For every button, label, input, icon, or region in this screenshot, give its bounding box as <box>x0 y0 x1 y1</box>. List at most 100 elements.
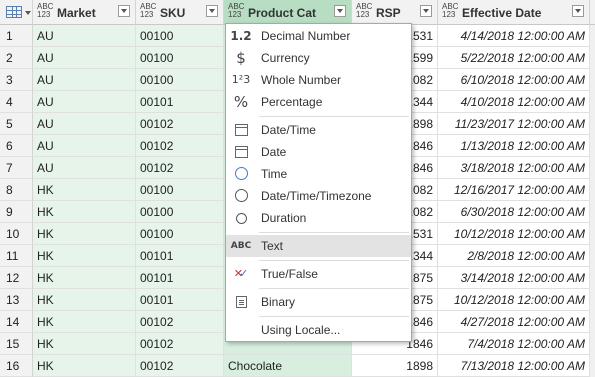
cell-product-cat[interactable]: Chocolate <box>224 355 352 377</box>
menu-item-currency[interactable]: $ Currency <box>226 47 411 69</box>
row-number[interactable]: 9 <box>0 201 33 223</box>
cell-effective-date[interactable]: 3/18/2018 12:00:00 AM <box>438 157 590 179</box>
scrollbar-track[interactable] <box>590 47 595 69</box>
cell-market[interactable]: AU <box>33 113 136 135</box>
scrollbar-track[interactable] <box>590 245 595 267</box>
cell-market[interactable]: AU <box>33 135 136 157</box>
table-menu-button[interactable] <box>0 0 33 25</box>
cell-effective-date[interactable]: 1/13/2018 12:00:00 AM <box>438 135 590 157</box>
cell-sku[interactable]: 00100 <box>136 179 224 201</box>
cell-effective-date[interactable]: 10/12/2018 12:00:00 AM <box>438 223 590 245</box>
cell-sku[interactable]: 00100 <box>136 69 224 91</box>
row-number[interactable]: 4 <box>0 91 33 113</box>
cell-effective-date[interactable]: 7/13/2018 12:00:00 AM <box>438 355 590 377</box>
menu-item-text[interactable]: ABC Text <box>226 235 411 257</box>
row-number[interactable]: 8 <box>0 179 33 201</box>
scrollbar-track[interactable] <box>590 157 595 179</box>
menu-item-time[interactable]: Time <box>226 163 411 185</box>
cell-sku[interactable]: 00102 <box>136 135 224 157</box>
column-header-sku[interactable]: ABC 123 SKU <box>136 0 224 25</box>
menu-item-whole-number[interactable]: 1²3 Whole Number <box>226 69 411 91</box>
menu-item-true-false[interactable]: ✕✓ True/False <box>226 263 411 285</box>
column-header-rsp[interactable]: ABC 123 RSP <box>352 0 438 25</box>
type-any-icon[interactable]: ABC 123 <box>228 3 244 19</box>
row-number[interactable]: 1 <box>0 25 33 47</box>
row-number[interactable]: 11 <box>0 245 33 267</box>
scrollbar-track[interactable] <box>590 289 595 311</box>
menu-item-decimal-number[interactable]: 1.2 Decimal Number <box>226 25 411 47</box>
row-number[interactable]: 7 <box>0 157 33 179</box>
cell-market[interactable]: AU <box>33 25 136 47</box>
cell-sku[interactable]: 00101 <box>136 267 224 289</box>
cell-market[interactable]: AU <box>33 69 136 91</box>
cell-effective-date[interactable]: 5/22/2018 12:00:00 AM <box>438 47 590 69</box>
column-header-product-cat[interactable]: ABC 123 Product Cat <box>224 0 352 25</box>
row-number[interactable]: 16 <box>0 355 33 377</box>
cell-market[interactable]: HK <box>33 201 136 223</box>
cell-effective-date[interactable]: 4/27/2018 12:00:00 AM <box>438 311 590 333</box>
menu-item-date-time-timezone[interactable]: Date/Time/Timezone <box>226 185 411 207</box>
cell-sku[interactable]: 00102 <box>136 113 224 135</box>
cell-effective-date[interactable]: 7/4/2018 12:00:00 AM <box>438 333 590 355</box>
cell-sku[interactable]: 00102 <box>136 157 224 179</box>
cell-effective-date[interactable]: 12/16/2017 12:00:00 AM <box>438 179 590 201</box>
cell-effective-date[interactable]: 6/10/2018 12:00:00 AM <box>438 69 590 91</box>
menu-item-date-time[interactable]: Date/Time <box>226 119 411 141</box>
row-number[interactable]: 13 <box>0 289 33 311</box>
menu-item-duration[interactable]: Duration <box>226 207 411 229</box>
cell-sku[interactable]: 00100 <box>136 47 224 69</box>
filter-dropdown-button[interactable] <box>206 5 218 17</box>
cell-sku[interactable]: 00102 <box>136 333 224 355</box>
scrollbar-track[interactable] <box>590 91 595 113</box>
scrollbar-track[interactable] <box>590 135 595 157</box>
type-any-icon[interactable]: ABC 123 <box>37 3 53 19</box>
row-number[interactable]: 10 <box>0 223 33 245</box>
scrollbar-track[interactable] <box>590 201 595 223</box>
cell-sku[interactable]: 00102 <box>136 355 224 377</box>
filter-dropdown-button[interactable] <box>118 5 130 17</box>
cell-effective-date[interactable]: 11/23/2017 12:00:00 AM <box>438 113 590 135</box>
row-number[interactable]: 14 <box>0 311 33 333</box>
cell-effective-date[interactable]: 10/12/2018 12:00:00 AM <box>438 289 590 311</box>
cell-sku[interactable]: 00102 <box>136 311 224 333</box>
type-any-icon[interactable]: ABC 123 <box>356 3 372 19</box>
filter-dropdown-button[interactable] <box>572 5 584 17</box>
cell-effective-date[interactable]: 6/30/2018 12:00:00 AM <box>438 201 590 223</box>
row-number[interactable]: 15 <box>0 333 33 355</box>
scrollbar-track[interactable] <box>590 113 595 135</box>
cell-sku[interactable]: 00100 <box>136 223 224 245</box>
scrollbar-track[interactable] <box>590 179 595 201</box>
menu-item-binary[interactable]: Binary <box>226 291 411 313</box>
cell-effective-date[interactable]: 4/14/2018 12:00:00 AM <box>438 25 590 47</box>
cell-sku[interactable]: 00101 <box>136 289 224 311</box>
cell-market[interactable]: HK <box>33 267 136 289</box>
cell-effective-date[interactable]: 4/10/2018 12:00:00 AM <box>438 91 590 113</box>
row-number[interactable]: 5 <box>0 113 33 135</box>
cell-effective-date[interactable]: 2/8/2018 12:00:00 AM <box>438 245 590 267</box>
menu-item-percentage[interactable]: % Percentage <box>226 91 411 113</box>
cell-sku[interactable]: 00101 <box>136 245 224 267</box>
cell-market[interactable]: AU <box>33 47 136 69</box>
cell-market[interactable]: HK <box>33 179 136 201</box>
cell-market[interactable]: HK <box>33 245 136 267</box>
cell-effective-date[interactable]: 3/14/2018 12:00:00 AM <box>438 267 590 289</box>
scrollbar-track[interactable] <box>590 69 595 91</box>
scrollbar-track[interactable] <box>590 223 595 245</box>
cell-market[interactable]: AU <box>33 91 136 113</box>
row-number[interactable]: 3 <box>0 69 33 91</box>
cell-market[interactable]: HK <box>33 355 136 377</box>
filter-dropdown-button[interactable] <box>420 5 432 17</box>
cell-sku[interactable]: 00100 <box>136 201 224 223</box>
column-header-effective-date[interactable]: ABC 123 Effective Date <box>438 0 590 25</box>
filter-dropdown-button[interactable] <box>334 5 346 17</box>
cell-market[interactable]: HK <box>33 289 136 311</box>
type-any-icon[interactable]: ABC 123 <box>140 3 156 19</box>
cell-market[interactable]: HK <box>33 223 136 245</box>
cell-sku[interactable]: 00101 <box>136 91 224 113</box>
row-number[interactable]: 6 <box>0 135 33 157</box>
scrollbar-track[interactable] <box>590 311 595 333</box>
cell-market[interactable]: HK <box>33 311 136 333</box>
row-number[interactable]: 12 <box>0 267 33 289</box>
scrollbar-track[interactable] <box>590 355 595 377</box>
cell-sku[interactable]: 00100 <box>136 25 224 47</box>
